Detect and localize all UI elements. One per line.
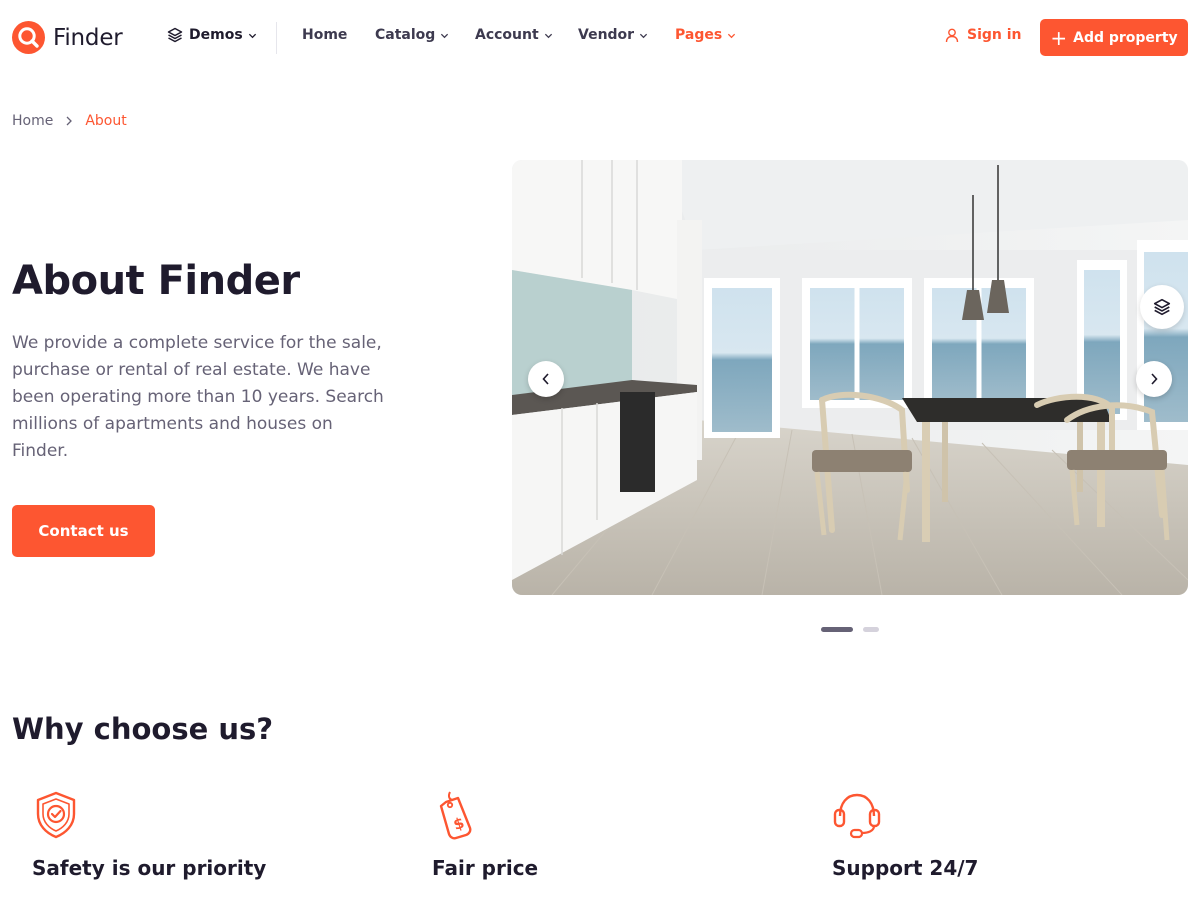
sign-in-label: Sign in — [967, 27, 1022, 43]
feature-support: Support 24/7 — [832, 790, 1132, 880]
breadcrumb-home[interactable]: Home — [12, 113, 53, 129]
gallery-next-button[interactable] — [1136, 361, 1172, 397]
demos-label: Demos — [189, 27, 243, 43]
breadcrumb: Home About — [12, 113, 127, 129]
feature-safety: Safety is our priority — [32, 790, 332, 880]
nav-divider — [276, 22, 277, 54]
nav-item-account[interactable]: Account — [475, 27, 553, 43]
logo[interactable]: Finder — [12, 21, 123, 54]
nav-item-label: Pages — [675, 27, 723, 43]
contact-us-label: Contact us — [38, 522, 129, 540]
chevron-down-icon — [544, 33, 552, 38]
section-title: Why choose us? — [12, 712, 274, 746]
user-icon — [945, 28, 959, 42]
site-header: Finder Demos Home Catalog Account Vendor… — [0, 0, 1200, 76]
layers-icon — [167, 27, 183, 43]
page-title: About Finder — [12, 258, 300, 304]
chevron-down-icon — [248, 33, 256, 38]
gallery-prev-button[interactable] — [528, 361, 564, 397]
headset-icon — [833, 793, 881, 839]
kitchen-photo — [512, 160, 1188, 595]
sign-in-link[interactable]: Sign in — [945, 27, 1022, 43]
gallery-pagination — [821, 627, 889, 632]
feature-title: Support 24/7 — [832, 856, 979, 880]
feature-fair-price: $ Fair price — [432, 790, 732, 880]
layers-icon — [1153, 298, 1171, 316]
chevron-left-icon — [542, 373, 549, 385]
nav-item-label: Account — [475, 27, 539, 43]
pagination-dot-active[interactable] — [821, 627, 853, 632]
plus-icon: + — [1050, 25, 1068, 50]
nav-item-catalog[interactable]: Catalog — [375, 27, 449, 43]
pagination-dot[interactable] — [863, 627, 879, 632]
hero-description: We provide a complete service for the sa… — [12, 333, 384, 461]
breadcrumb-current: About — [85, 113, 127, 129]
add-property-button[interactable]: + Add property — [1040, 19, 1188, 56]
chevron-right-icon — [66, 116, 73, 126]
contact-us-button[interactable]: Contact us — [12, 505, 155, 557]
nav-item-label: Home — [302, 27, 348, 43]
nav-item-label: Vendor — [578, 27, 635, 43]
chevron-down-icon — [639, 33, 648, 38]
feature-title: Safety is our priority — [32, 856, 267, 880]
nav-item-vendor[interactable]: Vendor — [578, 27, 648, 43]
chevron-down-icon — [728, 33, 736, 38]
finder-logo-icon — [12, 21, 45, 54]
nav-item-pages[interactable]: Pages — [675, 27, 736, 43]
image-gallery[interactable] — [512, 160, 1188, 595]
gallery-layers-button[interactable] — [1140, 285, 1184, 329]
nav-item-label: Catalog — [375, 27, 436, 43]
logo-text: Finder — [53, 24, 123, 51]
price-tag-icon: $ — [439, 791, 472, 840]
chevron-right-icon — [1151, 373, 1158, 385]
add-property-label: Add property — [1073, 29, 1178, 46]
feature-title: Fair price — [432, 856, 539, 880]
demos-dropdown[interactable]: Demos — [167, 27, 257, 43]
chevron-down-icon — [441, 33, 449, 38]
nav-item-home[interactable]: Home — [302, 27, 347, 43]
shield-check-icon — [36, 791, 76, 839]
